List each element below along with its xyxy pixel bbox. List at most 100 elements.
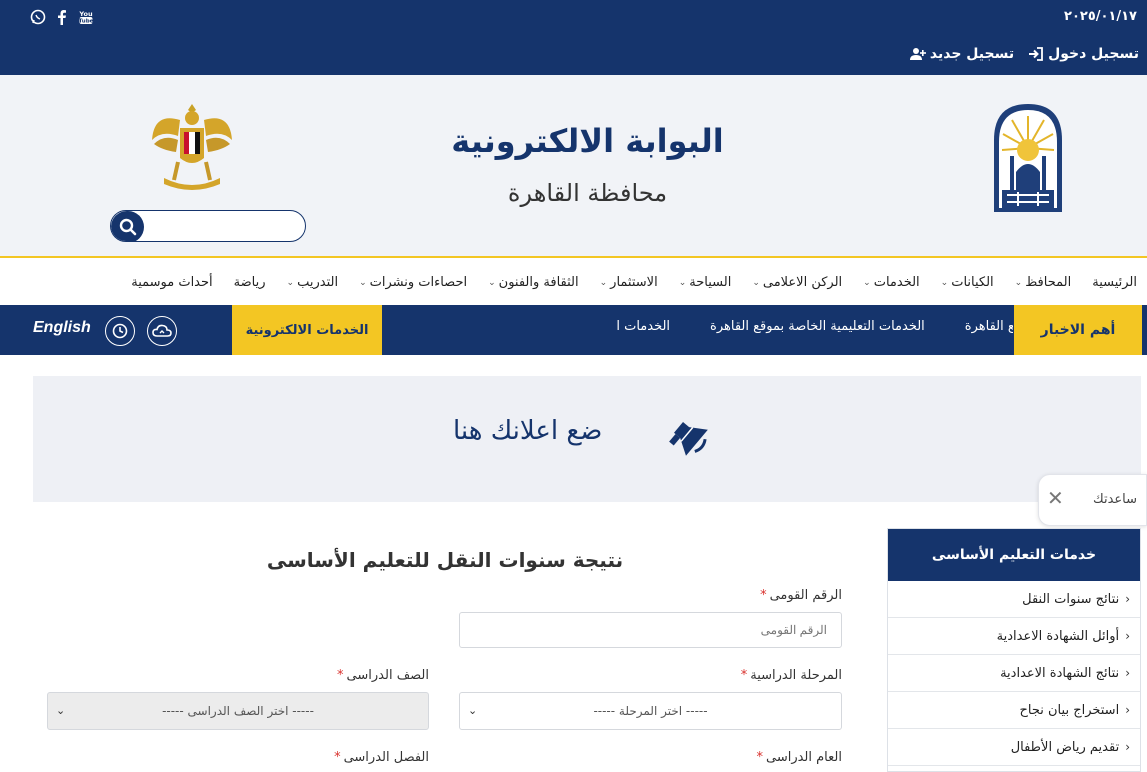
grade-select[interactable]: ----- اختر الصف الدراسى ----- ⌄ — [47, 692, 429, 730]
main-nav: الرئيسية المحافظ ⌄ الكيانات ⌄ الخدمات ⌄ الركن ا… — [0, 260, 1147, 305]
nav-item-9[interactable]: التدريب ⌄ — [287, 275, 339, 290]
chevron-down-icon: ⌄ — [940, 277, 949, 288]
nav-item-label: الكيانات — [951, 275, 994, 290]
nav-item-label: السياحة — [689, 275, 732, 290]
clock-icon — [112, 323, 128, 339]
term-label: الفصل الدراسى* — [334, 750, 429, 765]
nav-item-11[interactable]: أحداث موسمية — [131, 275, 212, 290]
current-date: ٢٠٢٥/٠١/١٧ — [1064, 9, 1137, 24]
sidebar-title: خدمات التعليم الأساسى — [888, 529, 1140, 581]
nav-item-label: المحافظ — [1025, 275, 1072, 290]
grade-label: الصف الدراسى* — [337, 668, 429, 683]
nav-item-label: احصاءات ونشرات — [369, 275, 468, 290]
chevron-left-icon: ‹ — [1125, 592, 1130, 606]
nav-item-1[interactable]: المحافظ ⌄ — [1015, 275, 1072, 290]
sidebar-item-label: نتائج سنوات النقل — [1022, 591, 1120, 607]
login-link[interactable]: تسجيل دخول — [1028, 46, 1139, 62]
youtube-icon[interactable]: You Tube — [78, 9, 94, 25]
svg-text:Tube: Tube — [79, 19, 94, 25]
nav-item-label: رياضة — [233, 275, 266, 290]
close-icon[interactable]: ✕ — [1047, 486, 1064, 510]
weather-button[interactable] — [147, 316, 177, 346]
news-ticker-track: خاصة بموقع القاهرة الخدمات التعليمية الخ… — [385, 305, 1013, 355]
nav-item-7[interactable]: الثقافة والفنون ⌄ — [488, 275, 579, 290]
nav-item-label: الخدمات — [873, 275, 920, 290]
nav-item-label: الرئيسية — [1092, 275, 1137, 290]
search-button[interactable] — [111, 211, 144, 241]
chevron-left-icon: ‹ — [1125, 666, 1130, 680]
portal-title: البوابة الالكترونية — [451, 122, 724, 160]
nav-item-10[interactable]: رياضة — [234, 275, 266, 290]
national-id-input[interactable] — [459, 612, 842, 648]
grade-select-value: ----- اختر الصف الدراسى ----- — [162, 704, 314, 718]
register-label: تسجيل جديد — [929, 46, 1015, 62]
chevron-down-icon: ⌄ — [1014, 277, 1023, 288]
ticker-item[interactable]: خاصة بموقع القاهرة — [965, 305, 1013, 349]
nav-item-2[interactable]: الكيانات ⌄ — [941, 275, 994, 290]
stage-select-value: ----- اختر المرحلة ----- — [593, 704, 708, 718]
chevron-down-icon: ⌄ — [468, 704, 478, 717]
ticker-item[interactable]: الخدمات التعليمية الخاصة بموقع القاهرة — [710, 305, 925, 349]
site-header: البوابة الالكترونية محافظة القاهرة — [0, 75, 1147, 258]
chevron-down-icon: ⌄ — [863, 277, 871, 288]
help-popup: ✕ ساعدتك — [1038, 474, 1147, 526]
nav-item-3[interactable]: الخدمات ⌄ — [863, 275, 920, 290]
nav-item-5[interactable]: السياحة ⌄ — [679, 275, 732, 290]
sidebar-item-prep-top-students[interactable]: ‹ أوائل الشهادة الاعدادية — [888, 618, 1140, 655]
megaphone-icon — [669, 421, 708, 456]
sidebar-item-label: أوائل الشهادة الاعدادية — [996, 628, 1120, 644]
top-news-label: أهم الاخبار — [1014, 305, 1142, 355]
nav-item-label: أحداث موسمية — [131, 275, 213, 290]
nav-item-label: الثقافة والفنون — [498, 275, 579, 290]
nav-item-label: الركن الاعلامى — [762, 275, 843, 290]
egypt-eagle-emblem — [152, 104, 232, 190]
auth-links: تسجيل جديد تسجيل دخول — [909, 46, 1139, 62]
prayer-times-button[interactable] — [105, 316, 135, 346]
nav-item-label: التدريب — [297, 275, 339, 290]
svg-text:You: You — [78, 10, 93, 18]
chevron-down-icon: ⌄ — [56, 704, 66, 717]
search-box — [110, 210, 306, 242]
social-links: You Tube — [30, 9, 94, 25]
chevron-down-icon: ⌄ — [678, 277, 687, 288]
nav-item-6[interactable]: الاستثمار ⌄ — [600, 275, 658, 290]
stage-label: المرحلة الدراسية* — [740, 668, 842, 683]
news-ticker-bar: أهم الاخبار خاصة بموقع القاهرة الخدمات ا… — [0, 305, 1147, 355]
sign-in-icon — [1029, 47, 1044, 61]
search-icon — [119, 218, 136, 236]
chevron-down-icon: ⌄ — [599, 277, 608, 288]
whatsapp-icon[interactable] — [30, 9, 46, 25]
eservices-button[interactable]: الخدمات الالكترونية — [232, 305, 382, 355]
chevron-down-icon: ⌄ — [286, 277, 295, 288]
sidebar-item-prep-results[interactable]: ‹ نتائج الشهادة الاعدادية — [888, 655, 1140, 692]
search-input[interactable] — [147, 214, 297, 238]
year-label: العام الدراسى* — [756, 750, 842, 765]
ad-banner[interactable]: ضع اعلانك هنا — [33, 376, 1141, 502]
stage-select[interactable]: ----- اختر المرحلة ----- ⌄ — [459, 692, 842, 730]
chevron-down-icon: ⌄ — [488, 277, 496, 288]
sidebar-item-label: تقديم رياض الأطفال — [1010, 739, 1120, 755]
cairo-governorate-logo — [994, 104, 1062, 212]
nav-item-4[interactable]: الركن الاعلامى ⌄ — [752, 275, 842, 290]
form-title: نتيجة سنوات النقل للتعليم الأساسى — [266, 548, 624, 572]
chevron-left-icon: ‹ — [1125, 740, 1130, 754]
english-language-link[interactable]: English — [33, 319, 91, 337]
chevron-down-icon: ⌄ — [359, 277, 367, 288]
top-bar: You Tube ٢٠٢٥/٠١/١٧ تسجيل جديد تسجيل دخول — [0, 0, 1147, 75]
cloud-icon — [152, 324, 172, 337]
chevron-left-icon: ‹ — [1125, 703, 1130, 717]
add-user-icon — [909, 48, 926, 60]
nav-item-0[interactable]: الرئيسية — [1092, 275, 1137, 290]
nav-item-8[interactable]: احصاءات ونشرات ⌄ — [359, 275, 467, 290]
sidebar-item-kindergarten[interactable]: ‹ تقديم رياض الأطفال — [888, 729, 1140, 766]
facebook-icon[interactable] — [54, 9, 70, 25]
sidebar-item-label: نتائج الشهادة الاعدادية — [1000, 665, 1120, 681]
register-link[interactable]: تسجيل جديد — [909, 46, 1015, 62]
login-label: تسجيل دخول — [1048, 46, 1139, 62]
chevron-left-icon: ‹ — [1125, 629, 1130, 643]
sidebar-item-label: استخراج بيان نجاح — [1019, 702, 1120, 718]
ticker-item[interactable]: الخدمات ا — [616, 305, 670, 349]
sidebar-item-success-certificate[interactable]: ‹ استخراج بيان نجاح — [888, 692, 1140, 729]
chevron-down-icon: ⌄ — [752, 277, 760, 288]
sidebar-item-transfer-results[interactable]: ‹ نتائج سنوات النقل — [888, 581, 1140, 618]
